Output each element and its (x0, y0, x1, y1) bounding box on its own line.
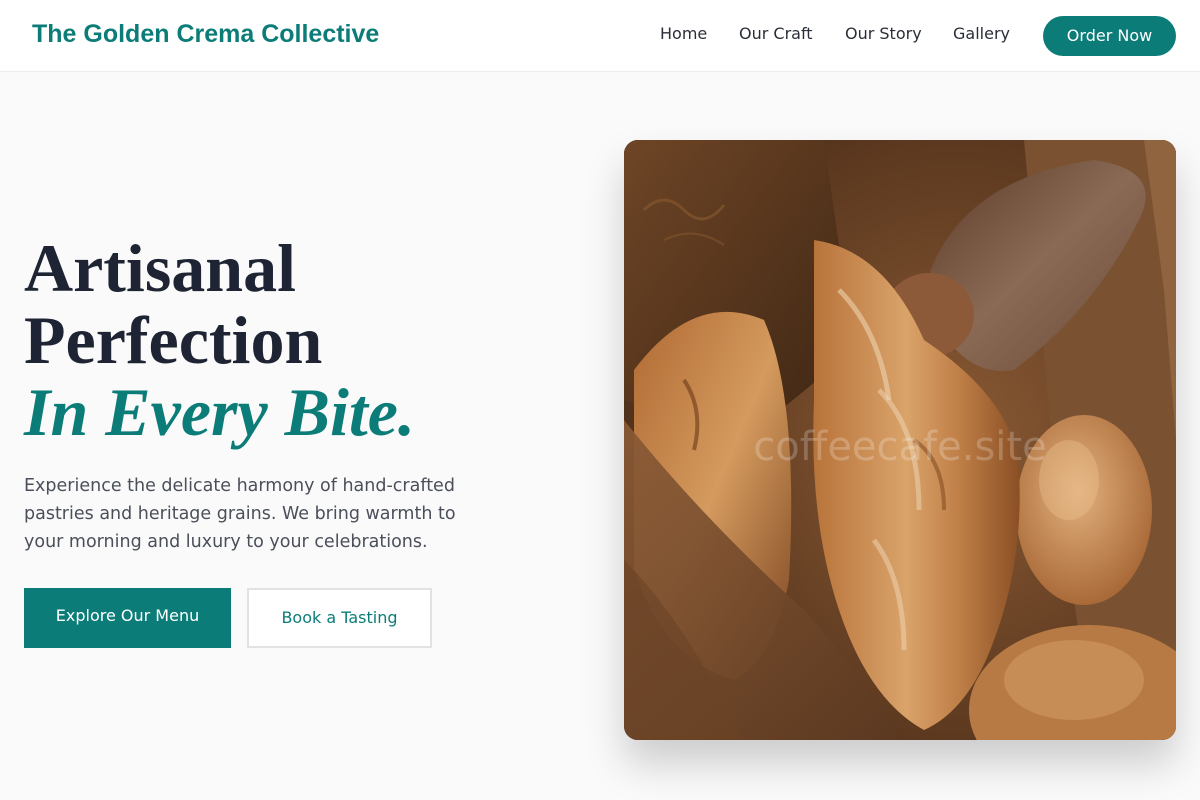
nav-link-home[interactable]: Home (660, 24, 707, 43)
nav-link-our-story[interactable]: Our Story (845, 24, 922, 43)
image-watermark: coffeecafe.site (753, 424, 1047, 470)
brand-logo[interactable]: The Golden Crema Collective (32, 20, 379, 49)
nav-link-our-craft[interactable]: Our Craft (739, 24, 813, 43)
explore-menu-button[interactable]: Explore Our Menu (24, 588, 231, 648)
book-tasting-button[interactable]: Book a Tasting (247, 588, 432, 648)
hero-title-accent: In Every Bite. (24, 374, 415, 450)
nav-link-gallery[interactable]: Gallery (953, 24, 1010, 43)
hero-description: Experience the delicate harmony of hand-… (24, 476, 456, 552)
site-header: The Golden Crema Collective Home Our Cra… (0, 0, 1200, 72)
hero-title-line-2: Perfection (24, 302, 323, 378)
hero-title-line-1: Artisanal (24, 230, 296, 306)
hero-title: Artisanal Perfection In Every Bite. (24, 232, 584, 448)
hero-bread-image: coffeecafe.site (624, 140, 1176, 740)
order-now-button[interactable]: Order Now (1043, 16, 1176, 56)
